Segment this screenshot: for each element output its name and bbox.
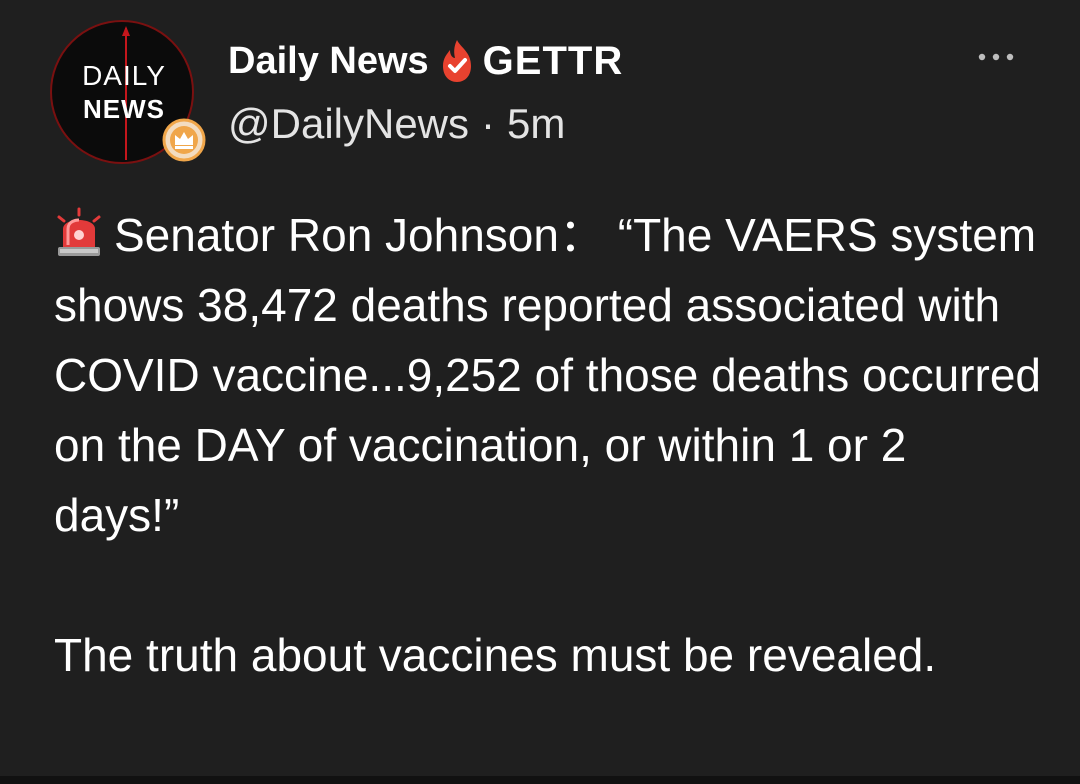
bottom-divider <box>0 776 1080 784</box>
post-paragraph-1-text: Senator Ron Johnson： “The VAERS system s… <box>54 209 1041 541</box>
separator-dot: · <box>481 100 496 147</box>
post-timestamp: 5m <box>507 100 566 147</box>
author-handle[interactable]: @DailyNews <box>228 100 469 148</box>
author-name-row: Daily News GETTR <box>228 36 623 86</box>
gettr-verified-flame-icon <box>442 40 471 82</box>
more-dots-icon[interactable] <box>966 42 1026 72</box>
post-card: DAILY NEWS Daily News GETTR @DailyNews ·… <box>0 0 1080 784</box>
post-body: Senator Ron Johnson： “The VAERS system s… <box>54 200 1044 690</box>
post-paragraph-1: Senator Ron Johnson： “The VAERS system s… <box>54 200 1044 550</box>
avatar-text-line1: DAILY <box>82 60 166 91</box>
author-display-name[interactable]: Daily News <box>228 40 429 83</box>
author-handle-row: @DailyNews · 5m <box>228 96 565 152</box>
siren-icon <box>57 207 101 256</box>
platform-name: GETTR <box>482 38 624 83</box>
avatar[interactable]: DAILY NEWS <box>50 20 206 168</box>
crown-badge-icon <box>162 118 206 162</box>
post-paragraph-2: The truth about vaccines must be reveale… <box>54 629 937 681</box>
